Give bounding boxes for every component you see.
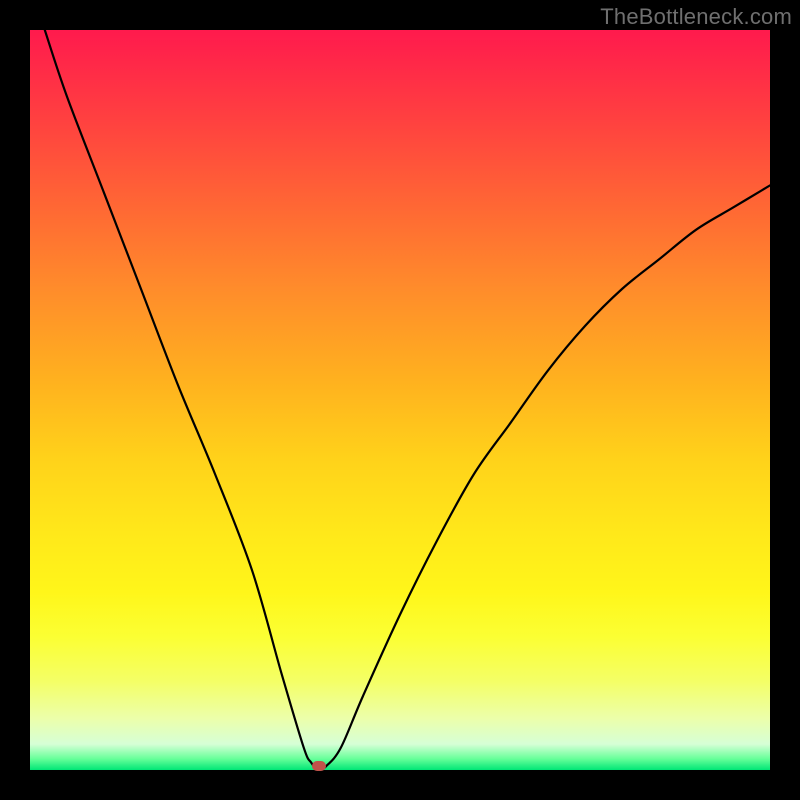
minimum-marker <box>312 761 326 771</box>
watermark-text: TheBottleneck.com <box>600 4 792 30</box>
chart-frame: TheBottleneck.com <box>0 0 800 800</box>
curve-svg <box>30 30 770 770</box>
bottleneck-curve <box>45 30 770 770</box>
plot-area <box>30 30 770 770</box>
